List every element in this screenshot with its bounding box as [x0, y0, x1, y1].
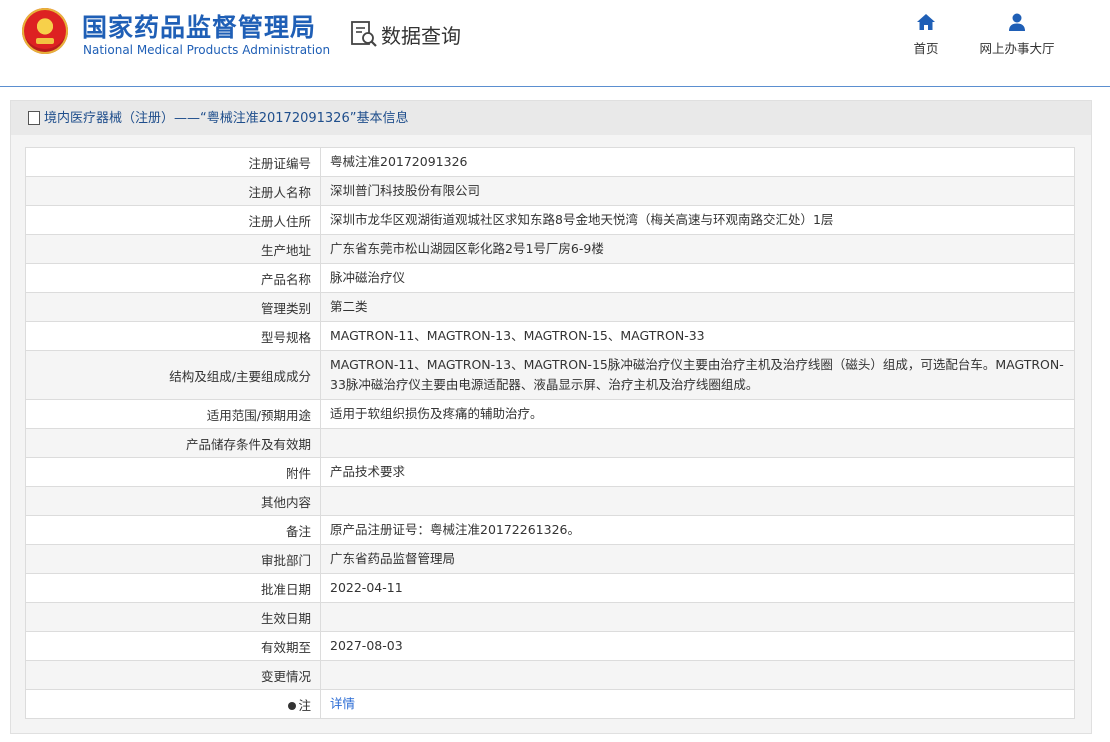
document-icon	[28, 110, 40, 125]
table-row: 批准日期 2022-04-11	[25, 573, 1075, 603]
table-row: 生效日期	[25, 602, 1075, 632]
field-value: MAGTRON-11、MAGTRON-13、MAGTRON-15、MAGTRON…	[320, 321, 1075, 351]
field-value: 广东省东莞市松山湖园区彰化路2号1号厂房6-9楼	[320, 234, 1075, 264]
field-label: 注册人住所	[25, 205, 321, 235]
nav-online-office[interactable]: 网上办事大厅	[973, 12, 1061, 57]
nav-home[interactable]: 首页	[908, 12, 944, 57]
table-row: 注册人名称 深圳普门科技股份有限公司	[25, 176, 1075, 206]
field-label: 注册证编号	[25, 147, 321, 177]
table-row: 结构及组成/主要组成成分 MAGTRON-11、MAGTRON-13、MAGTRO…	[25, 350, 1075, 400]
field-label: 变更情况	[25, 660, 321, 690]
table-row: 产品名称 脉冲磁治疗仪	[25, 263, 1075, 293]
field-label: 型号规格	[25, 321, 321, 351]
field-value: 深圳市龙华区观湖街道观城社区求知东路8号金地天悦湾（梅关高速与环观南路交汇处）1…	[320, 205, 1075, 235]
nav-home-label: 首页	[913, 41, 939, 56]
field-label: 生效日期	[25, 602, 321, 632]
details-link[interactable]: 详情	[330, 696, 355, 711]
field-label: 产品名称	[25, 263, 321, 293]
info-panel: 境内医疗器械（注册）——“粤械注准20172091326”基本信息 注册证编号粤…	[10, 100, 1092, 734]
nav-online-office-label: 网上办事大厅	[979, 41, 1055, 56]
field-value: MAGTRON-11、MAGTRON-13、MAGTRON-15脉冲磁治疗仪主要…	[320, 350, 1075, 400]
table-row: 注册人住所 深圳市龙华区观湖街道观城社区求知东路8号金地天悦湾（梅关高速与环观南路…	[25, 205, 1075, 235]
field-label: 生产地址	[25, 234, 321, 264]
table-row: 审批部门 广东省药品监督管理局	[25, 544, 1075, 574]
field-value: 产品技术要求	[320, 457, 1075, 487]
panel-title: 境内医疗器械（注册）——“粤械注准20172091326”基本信息	[44, 111, 409, 126]
field-value: 广东省药品监督管理局	[320, 544, 1075, 574]
data-query-label: 数据查询	[381, 24, 461, 48]
site-title: 国家药品监督管理局	[82, 13, 317, 42]
field-value: 深圳普门科技股份有限公司	[320, 176, 1075, 206]
field-label: 适用范围/预期用途	[25, 399, 321, 429]
table-row: 其他内容	[25, 486, 1075, 516]
field-label: 结构及组成/主要组成成分	[25, 350, 321, 400]
site-title-english: National Medical Products Administration	[83, 43, 331, 57]
data-query-icon	[351, 21, 377, 47]
table-row: 变更情况	[25, 660, 1075, 690]
field-label: 其他内容	[25, 486, 321, 516]
table-row: 有效期至 2027-08-03	[25, 631, 1075, 661]
user-icon	[1009, 13, 1025, 31]
field-label: 备注	[25, 515, 321, 545]
table-row: 注册证编号 粤械注准20172091326	[25, 147, 1075, 177]
table-row: 管理类别 第二类	[25, 292, 1075, 322]
field-value: 粤械注准20172091326	[320, 147, 1075, 177]
device-info-table: 注册证编号 粤械注准20172091326 注册人名称 深圳普门科技股份有限公司 注册人…	[25, 147, 1075, 719]
field-label: 批准日期	[25, 573, 321, 603]
table-row: 产品储存条件及有效期	[25, 428, 1075, 458]
field-label: 审批部门	[25, 544, 321, 574]
field-value	[320, 602, 1075, 632]
table-row: 附件 产品技术要求	[25, 457, 1075, 487]
site-header: 国家药品监督管理局 National Medical Products Admi…	[0, 0, 1110, 87]
field-value: 原产品注册证号：粤械注准20172261326。	[320, 515, 1075, 545]
national-emblem-logo	[22, 8, 68, 54]
note-label-text: 注	[298, 697, 311, 713]
field-value: 适用于软组织损伤及疼痛的辅助治疗。	[320, 399, 1075, 429]
field-value	[320, 486, 1075, 516]
field-label: 产品储存条件及有效期	[25, 428, 321, 458]
field-label: 附件	[25, 457, 321, 487]
note-label: 注	[25, 689, 321, 719]
note-value: 详情	[320, 689, 1075, 719]
table-row: 适用范围/预期用途 适用于软组织损伤及疼痛的辅助治疗。	[25, 399, 1075, 429]
field-label: 注册人名称	[25, 176, 321, 206]
field-value: 第二类	[320, 292, 1075, 322]
field-label: 管理类别	[25, 292, 321, 322]
field-value: 2022-04-11	[320, 573, 1075, 603]
field-value	[320, 660, 1075, 690]
home-icon	[917, 14, 935, 30]
panel-title-bar: 境内医疗器械（注册）——“粤械注准20172091326”基本信息	[11, 101, 1091, 135]
field-value	[320, 428, 1075, 458]
field-value: 2027-08-03	[320, 631, 1075, 661]
table-row: 生产地址 广东省东莞市松山湖园区彰化路2号1号厂房6-9楼	[25, 234, 1075, 264]
table-row-note: 注 详情	[25, 689, 1075, 719]
table-row: 备注 原产品注册证号：粤械注准20172261326。	[25, 515, 1075, 545]
field-label: 有效期至	[25, 631, 321, 661]
field-value: 脉冲磁治疗仪	[320, 263, 1075, 293]
pin-icon	[288, 701, 297, 710]
table-row: 型号规格 MAGTRON-11、MAGTRON-13、MAGTRON-15、MAG…	[25, 321, 1075, 351]
